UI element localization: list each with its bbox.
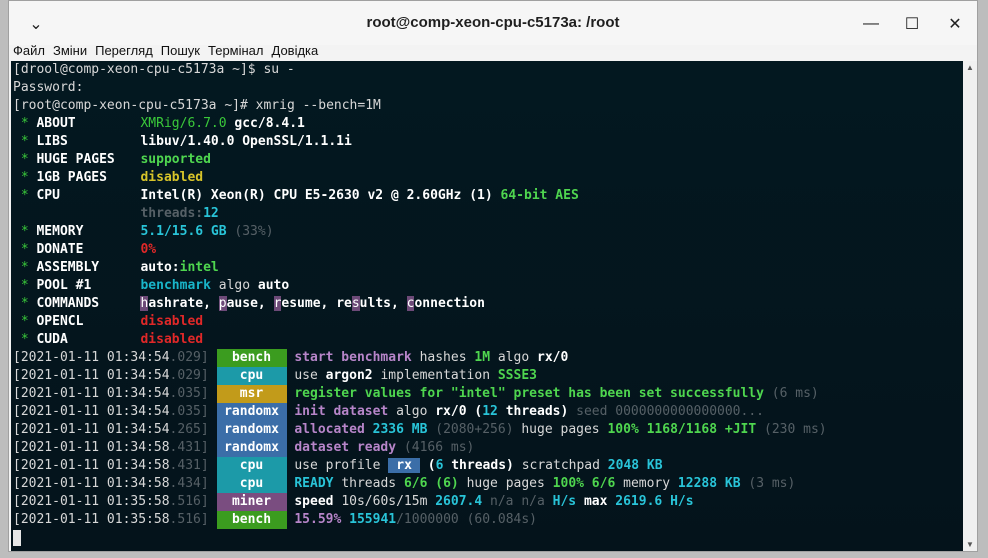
minimize-icon[interactable]: — — [858, 11, 884, 37]
terminal-window: ⌄ root@comp-xeon-cpu-c5173a: /root — ☐ ✕… — [8, 0, 978, 552]
log-line: [2021-01-11 01:34:58.431] cpu use profil… — [13, 457, 663, 475]
menu-terminal[interactable]: Термінал — [204, 41, 268, 61]
log-line: [2021-01-11 01:34:54.265] randomx alloca… — [13, 421, 827, 439]
info-1gb-pages: * 1GB PAGES disabled — [20, 170, 204, 185]
log-line: [2021-01-11 01:35:58.516] miner speed 10… — [13, 493, 694, 511]
menu-file[interactable]: Файл — [9, 41, 49, 61]
info-donate: * DONATE 0% — [20, 242, 157, 257]
menu-edit[interactable]: Зміни — [49, 41, 91, 61]
info-pool: * POOL #1 benchmark algo auto — [20, 278, 290, 293]
scrollbar[interactable]: ▲ ▼ — [963, 61, 977, 551]
log-line: [2021-01-11 01:34:58.431] randomx datase… — [13, 439, 475, 457]
terminal-line: Password: — [11, 79, 963, 97]
info-assembly: * ASSEMBLY auto:intel — [20, 260, 219, 275]
menu-help[interactable]: Довідка — [268, 41, 323, 61]
text-cursor — [13, 529, 21, 546]
prompt: [drool@comp-xeon-cpu-c5173a ~]$ — [13, 62, 264, 77]
log-line: [2021-01-11 01:34:54.029] cpu use argon2… — [13, 367, 537, 385]
scroll-up-icon[interactable]: ▲ — [966, 63, 974, 72]
info-threads: threads:12 — [140, 206, 219, 221]
info-commands: * COMMANDS hashrate, pause, resume, resul… — [20, 296, 485, 311]
password-prompt: Password: — [13, 80, 84, 95]
terminal-line — [11, 529, 963, 547]
window-title: root@comp-xeon-cpu-c5173a: /root — [366, 14, 620, 31]
log-line: [2021-01-11 01:34:54.035] msr register v… — [13, 385, 819, 403]
menu-search[interactable]: Пошук — [157, 41, 204, 61]
command: su - — [263, 62, 295, 77]
terminal-line: [drool@comp-xeon-cpu-c5173a ~]$ su - — [11, 61, 963, 79]
info-opencl: * OPENCL disabled — [20, 314, 204, 329]
menu-bar: Файл Зміни Перегляд Пошук Термінал Довід… — [9, 41, 322, 61]
log-line: [2021-01-11 01:35:58.516] bench 15.59% 1… — [13, 511, 538, 529]
prompt: [root@comp-xeon-cpu-c5173a ~]# — [13, 98, 256, 113]
info-about: * ABOUT XMRig/6.7.0 gcc/8.4.1 — [20, 116, 305, 131]
close-icon[interactable]: ✕ — [942, 11, 968, 37]
info-cpu: * CPU Intel(R) Xeon(R) CPU E5-2630 v2 @ 2… — [20, 188, 579, 203]
maximize-icon[interactable]: ☐ — [899, 11, 925, 37]
scroll-down-icon[interactable]: ▼ — [966, 540, 974, 549]
terminal-output[interactable]: [drool@comp-xeon-cpu-c5173a ~]$ su - Pas… — [11, 61, 963, 551]
info-huge-pages: * HUGE PAGES supported — [20, 152, 211, 167]
command: xmrig --bench=1M — [255, 98, 381, 113]
log-line: [2021-01-11 01:34:54.029] bench start be… — [13, 349, 569, 367]
info-libs: * LIBS libuv/1.40.0 OpenSSL/1.1.1i — [20, 134, 352, 149]
log-line: [2021-01-11 01:34:58.434] cpu READY thre… — [13, 475, 796, 493]
info-cuda: * CUDA disabled — [20, 332, 204, 347]
title-bar: ⌄ root@comp-xeon-cpu-c5173a: /root — ☐ ✕ — [9, 1, 977, 45]
info-memory: * MEMORY 5.1/15.6 GB (33%) — [20, 224, 274, 239]
log-line: [2021-01-11 01:34:54.035] randomx init d… — [13, 403, 764, 421]
menu-view[interactable]: Перегляд — [91, 41, 157, 61]
terminal-line: [root@comp-xeon-cpu-c5173a ~]# xmrig --b… — [11, 97, 963, 115]
